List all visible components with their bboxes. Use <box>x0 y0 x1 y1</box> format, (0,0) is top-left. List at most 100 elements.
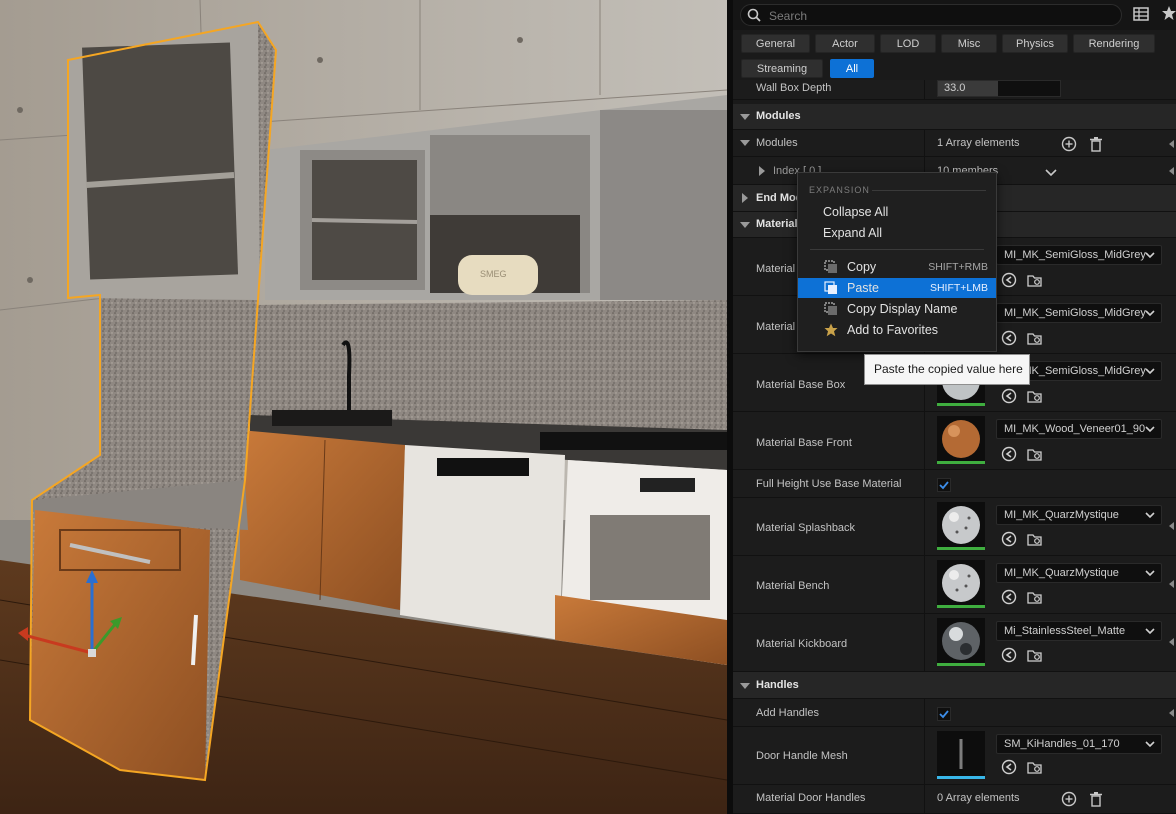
details-panel: General Actor LOD Misc Physics Rendering… <box>733 0 1176 814</box>
reset-arrow-icon[interactable] <box>1169 580 1174 588</box>
reset-arrow-icon[interactable] <box>1169 167 1174 175</box>
prop-label: Material Base Front <box>756 437 852 449</box>
asset-picker[interactable]: MI_MK_SemiGloss_MidGrey <box>996 303 1162 323</box>
numeric-field-value: 33.0 <box>944 82 966 94</box>
use-selected-icon[interactable] <box>1001 388 1017 404</box>
search-input[interactable] <box>767 6 1111 25</box>
prop-label: Door Handle Mesh <box>756 750 848 762</box>
menu-item-label: Collapse All <box>823 205 889 219</box>
asset-picker[interactable]: MI_MK_Wood_Veneer01_90 <box>996 419 1162 439</box>
level-viewport[interactable]: SMEG <box>0 0 727 814</box>
use-selected-icon[interactable] <box>1001 446 1017 462</box>
asset-picker[interactable]: MI_MK_SemiGloss_MidGrey <box>996 245 1162 265</box>
checkmark-icon <box>939 481 949 490</box>
filter-general[interactable]: General <box>741 34 810 53</box>
prop-material-door-handles: Material Door Handles 0 Array elements <box>733 785 1176 814</box>
expand-caret-icon[interactable] <box>740 114 750 120</box>
add-element-icon[interactable] <box>1061 136 1077 152</box>
search-field[interactable] <box>740 4 1122 26</box>
property-matrix-icon[interactable] <box>1133 6 1149 22</box>
use-selected-icon[interactable] <box>1001 589 1017 605</box>
expand-caret-icon[interactable] <box>740 683 750 689</box>
browse-asset-icon[interactable] <box>1027 330 1043 346</box>
browse-asset-icon[interactable] <box>1027 388 1043 404</box>
menu-item-paste[interactable]: Paste SHIFT+LMB <box>798 278 996 298</box>
browse-asset-icon[interactable] <box>1027 272 1043 288</box>
reset-arrow-icon[interactable] <box>1169 709 1174 717</box>
expand-caret-icon[interactable] <box>742 193 748 203</box>
use-selected-icon[interactable] <box>1001 759 1017 775</box>
material-thumbnail[interactable] <box>937 618 985 666</box>
category-modules[interactable]: Modules <box>733 104 1176 130</box>
browse-asset-icon[interactable] <box>1027 446 1043 462</box>
column-divider <box>924 699 925 726</box>
menu-item-expand-all[interactable]: Expand All <box>798 223 996 243</box>
category-handles[interactable]: Handles <box>733 672 1176 699</box>
material-thumbnail[interactable] <box>937 416 985 464</box>
favorites-star-icon[interactable] <box>1161 5 1176 21</box>
prop-label: Modules <box>756 137 798 149</box>
menu-item-label: Paste <box>847 281 879 295</box>
filter-rendering[interactable]: Rendering <box>1073 34 1155 53</box>
browse-asset-icon[interactable] <box>1027 589 1043 605</box>
use-selected-icon[interactable] <box>1001 531 1017 547</box>
chevron-down-icon <box>1145 368 1155 375</box>
reset-arrow-icon[interactable] <box>1169 140 1174 148</box>
filter-misc[interactable]: Misc <box>941 34 997 53</box>
filter-all[interactable]: All <box>830 59 874 78</box>
use-selected-icon[interactable] <box>1001 272 1017 288</box>
prop-material-kickboard: Material Kickboard Mi_StainlessSteel_Mat… <box>733 614 1176 672</box>
menu-item-add-to-favorites[interactable]: Add to Favorites <box>798 320 996 340</box>
category-label: Handles <box>756 679 799 691</box>
expand-caret-icon[interactable] <box>740 140 750 146</box>
checkbox[interactable] <box>937 478 951 492</box>
prop-label: Full Height Use Base Material <box>756 478 902 490</box>
asset-name: Mi_StainlessSteel_Matte <box>1004 625 1126 637</box>
use-selected-icon[interactable] <box>1001 647 1017 663</box>
array-count: 0 Array elements <box>937 792 1020 804</box>
menu-item-collapse-all[interactable]: Collapse All <box>798 202 996 222</box>
context-menu: EXPANSION Collapse All Expand All Copy S… <box>797 172 997 352</box>
prop-full-height-use-base-material: Full Height Use Base Material <box>733 470 1176 498</box>
numeric-field[interactable]: 33.0 <box>937 80 1061 97</box>
reset-arrow-icon[interactable] <box>1169 638 1174 646</box>
asset-picker[interactable]: Mi_StainlessSteel_Matte <box>996 621 1162 641</box>
expand-caret-icon[interactable] <box>759 166 765 176</box>
filter-actor[interactable]: Actor <box>815 34 875 53</box>
asset-picker[interactable]: SM_KiHandles_01_170 <box>996 734 1162 754</box>
add-element-icon[interactable] <box>1061 791 1077 807</box>
prop-add-handles: Add Handles <box>733 699 1176 727</box>
filter-physics[interactable]: Physics <box>1002 34 1068 53</box>
menu-section-header: EXPANSION <box>809 185 870 195</box>
prop-modules-array: Modules 1 Array elements <box>733 130 1176 157</box>
asset-picker[interactable]: MI_MK_QuarzMystique <box>996 563 1162 583</box>
paste-icon <box>824 281 837 294</box>
browse-asset-icon[interactable] <box>1027 759 1043 775</box>
menu-item-label: Copy Display Name <box>847 302 958 316</box>
copy-icon <box>824 260 837 273</box>
prop-label: Material Door Handles <box>756 792 866 804</box>
trash-icon[interactable] <box>1088 136 1104 152</box>
filter-lod[interactable]: LOD <box>880 34 936 53</box>
material-thumbnail[interactable] <box>937 560 985 608</box>
trash-icon[interactable] <box>1088 791 1104 807</box>
menu-item-copy[interactable]: Copy SHIFT+RMB <box>798 257 996 277</box>
asset-picker[interactable]: MI_MK_QuarzMystique <box>996 505 1162 525</box>
mesh-thumbnail[interactable] <box>937 731 985 779</box>
material-thumbnail[interactable] <box>937 502 985 550</box>
use-selected-icon[interactable] <box>1001 330 1017 346</box>
menu-item-copy-display-name[interactable]: Copy Display Name <box>798 299 996 319</box>
browse-asset-icon[interactable] <box>1027 531 1043 547</box>
checkbox[interactable] <box>937 707 951 721</box>
column-divider <box>924 498 925 555</box>
category-filter-bar: General Actor LOD Misc Physics Rendering… <box>741 34 1176 82</box>
toaster-brand: SMEG <box>480 269 507 279</box>
array-count: 1 Array elements <box>937 137 1020 149</box>
filter-streaming[interactable]: Streaming <box>741 59 823 78</box>
reset-arrow-icon[interactable] <box>1169 522 1174 530</box>
chevron-down-icon[interactable] <box>1043 164 1059 180</box>
expand-caret-icon[interactable] <box>740 222 750 228</box>
browse-asset-icon[interactable] <box>1027 647 1043 663</box>
category-label: Material <box>756 218 798 230</box>
transform-gizmo[interactable] <box>10 565 130 675</box>
